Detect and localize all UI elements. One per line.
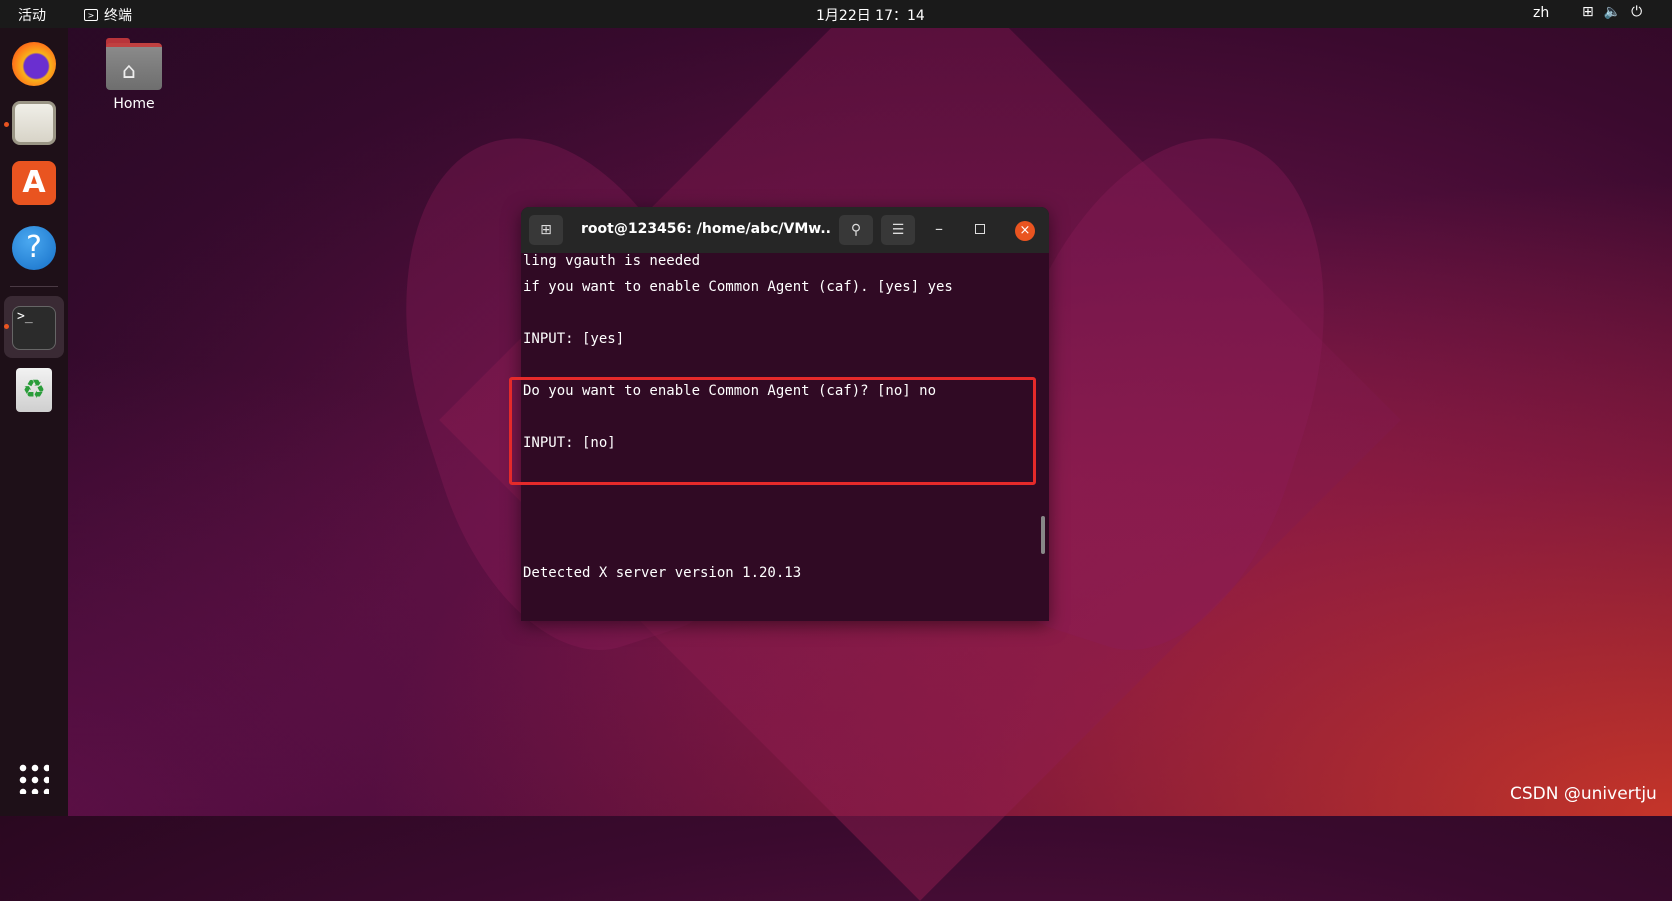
search-button[interactable]: ⚲ xyxy=(839,215,873,245)
home-folder-icon[interactable]: ⌂ xyxy=(106,38,162,90)
show-apps-icon[interactable] xyxy=(17,762,49,794)
dock-separator xyxy=(10,286,58,287)
terminal-line: INPUT: [yes] xyxy=(523,331,625,347)
activities-button[interactable]: 活动 xyxy=(18,5,46,25)
volume-icon: 🔈 xyxy=(1603,4,1622,20)
help-icon[interactable]: ? xyxy=(12,226,56,270)
trash-icon[interactable]: ♻ xyxy=(16,368,52,412)
terminal-icon[interactable]: >_ xyxy=(12,306,56,350)
scrollbar[interactable] xyxy=(1041,516,1045,554)
app-menu[interactable]: > 终端 xyxy=(84,5,132,25)
menu-button[interactable]: ☰ xyxy=(881,215,915,245)
minimize-button[interactable]: – xyxy=(935,219,943,238)
top-bar: 活动 > 终端 1月22日 17：14 zh ⊞ 🔈 ⏻ xyxy=(0,0,1672,28)
running-indicator xyxy=(4,324,9,329)
home-label[interactable]: Home xyxy=(106,96,162,112)
clock[interactable]: 1月22日 17：14 xyxy=(816,5,925,25)
dock: A ? >_ ♻ xyxy=(0,28,68,816)
new-tab-button[interactable]: ⊞ xyxy=(529,215,563,245)
window-title: root@123456: /home/abc/VMw... xyxy=(581,221,831,237)
app-menu-label: 终端 xyxy=(104,8,132,24)
terminal-line: ling vgauth is needed xyxy=(523,253,701,269)
watermark: CSDN @univertju xyxy=(1510,784,1657,804)
terminal-line: Detected X server version 1.20.13 xyxy=(523,565,802,581)
house-icon: ⌂ xyxy=(122,59,136,84)
highlight-annotation-box xyxy=(509,377,1036,485)
files-icon[interactable] xyxy=(12,101,56,145)
input-language[interactable]: zh xyxy=(1533,5,1549,21)
title-bar[interactable]: ⊞ root@123456: /home/abc/VMw... ⚲ ☰ – × xyxy=(521,207,1049,253)
system-menu[interactable]: ⊞ 🔈 ⏻ xyxy=(1582,4,1642,20)
app-store-icon[interactable]: A xyxy=(12,161,56,205)
close-button[interactable]: × xyxy=(1015,221,1035,241)
network-icon: ⊞ xyxy=(1582,4,1594,20)
maximize-button[interactable] xyxy=(975,224,985,234)
folder-body: ⌂ xyxy=(106,43,162,90)
terminal-line: if you want to enable Common Agent (caf)… xyxy=(523,279,953,295)
terminal-app-icon: > xyxy=(84,9,98,21)
power-icon: ⏻ xyxy=(1631,4,1643,20)
running-indicator xyxy=(4,122,9,127)
firefox-icon[interactable] xyxy=(12,42,56,86)
